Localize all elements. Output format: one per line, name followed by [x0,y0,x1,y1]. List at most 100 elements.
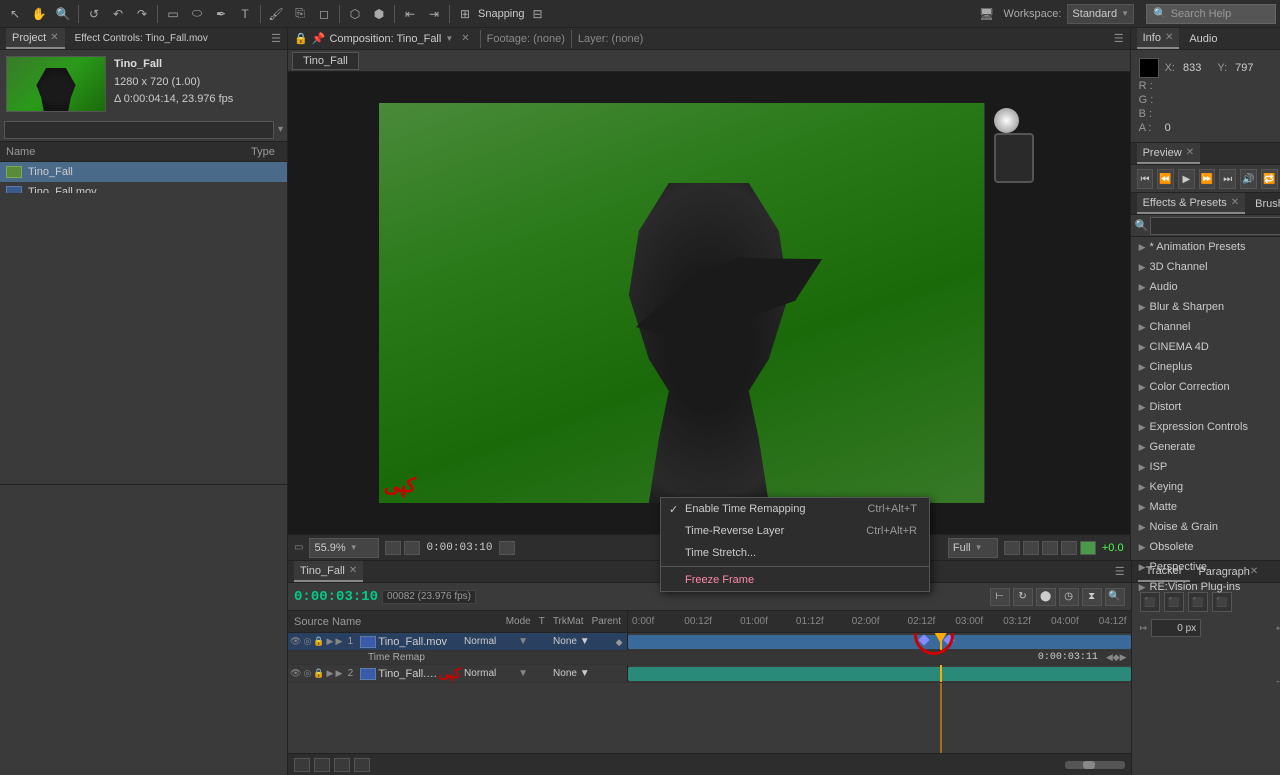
hand-tool[interactable]: ✋ [28,3,50,25]
comp-menu[interactable]: ☰ [1114,32,1124,45]
preview-tab[interactable]: Preview ✕ [1137,143,1201,164]
effect-item-16[interactable]: ▶ Perspective [1131,557,1280,577]
effect-item-14[interactable]: ▶ Noise & Grain [1131,517,1280,537]
brush-tool[interactable]: 🖌 [265,3,287,25]
rect-tool[interactable]: ▭ [162,3,184,25]
effect-item-12[interactable]: ▶ Keying [1131,477,1280,497]
zoom-dropdown[interactable]: 55.9% ▼ [309,538,379,558]
snapping-options[interactable]: ⊟ [527,3,549,25]
rotate-tool[interactable]: ↺ [83,3,105,25]
effect-item-4[interactable]: ▶ Channel [1131,317,1280,337]
tl-btn-4[interactable]: ◷ [1059,588,1079,606]
puppet-tool[interactable]: ⬢ [368,3,390,25]
preview-step-back[interactable]: ⏪ [1157,169,1174,189]
tracker-field-1[interactable] [1151,619,1201,637]
timeline-close[interactable]: ✕ [349,565,357,576]
bottom-btn-1[interactable] [1004,541,1020,555]
zoom-tool[interactable]: 🔍 [52,3,74,25]
info-tab[interactable]: Info ✕ [1137,28,1180,49]
project-item-0[interactable]: Tino_Fall [0,162,287,182]
effect-item-15[interactable]: ▶ Obsolete [1131,537,1280,557]
project-close[interactable]: ✕ [50,32,58,43]
effects-tab[interactable]: Effects & Presets ✕ [1137,193,1246,214]
layer-1-triangle2[interactable]: ▶ [335,636,342,647]
align-right[interactable]: ⇥ [423,3,445,25]
effect-item-0[interactable]: ▶ * Animation Presets [1131,237,1280,257]
tl-bottom-btn-3[interactable] [334,758,350,772]
comp-dropdown-arrow[interactable]: ▼ [445,34,453,43]
menu-item-enable-time-remapping[interactable]: Enable Time Remapping Ctrl+Alt+T [661,498,929,520]
layer-1-mode[interactable]: Normal ▼ [461,636,531,647]
layer-2-eye-icon[interactable]: 👁 [290,668,301,679]
timeline-tab[interactable]: Tino_Fall ✕ [294,561,363,582]
viewer-camera-btn[interactable] [499,541,515,555]
bottom-btn-5[interactable] [1080,541,1096,555]
project-search-input[interactable] [4,121,274,139]
effect-item-3[interactable]: ▶ Blur & Sharpen [1131,297,1280,317]
effect-item-6[interactable]: ▶ Cineplus [1131,357,1280,377]
layer-2-solo-icon[interactable]: ◎ [303,668,311,679]
layer-2-triangle[interactable]: ▶ [327,668,334,679]
preview-audio[interactable]: 🔊 [1240,169,1257,189]
effect-item-7[interactable]: ▶ Color Correction [1131,377,1280,397]
preview-step-forward[interactable]: ⏩ [1199,169,1216,189]
clone-tool[interactable]: ⎘ [289,3,311,25]
layer-2-triangle2[interactable]: ▶ [335,668,342,679]
effect-item-2[interactable]: ▶ Audio [1131,277,1280,297]
tl-bottom-btn-4[interactable] [354,758,370,772]
timeline-zoom-slider[interactable] [1065,761,1125,769]
bottom-btn-4[interactable] [1061,541,1077,555]
preview-first[interactable]: ⏮ [1137,169,1154,189]
layer-1-triangle[interactable]: ▶ [327,636,334,647]
audio-tab[interactable]: Audio [1183,28,1223,49]
effect-item-1[interactable]: ▶ 3D Channel [1131,257,1280,277]
zoom-slider-thumb[interactable] [1083,761,1095,769]
align-left[interactable]: ⇤ [399,3,421,25]
comp-tab-0[interactable]: Tino_Fall [292,52,359,70]
tl-bottom-btn-1[interactable] [294,758,310,772]
snapping-icon[interactable]: ⊞ [454,3,476,25]
preview-close[interactable]: ✕ [1186,147,1194,158]
ellipse-tool[interactable]: ⬭ [186,3,208,25]
viewer-btn-2[interactable] [404,541,420,555]
preview-loop[interactable]: 🔁 [1261,169,1278,189]
tl-btn-5[interactable]: ⧗ [1082,588,1102,606]
preview-play[interactable]: ▶ [1178,169,1195,189]
effects-search-input[interactable] [1150,217,1280,235]
pen-tool[interactable]: ✒ [210,3,232,25]
effect-item-8[interactable]: ▶ Distort [1131,397,1280,417]
bottom-btn-2[interactable] [1023,541,1039,555]
effect-controls-tab[interactable]: Effect Controls: Tino_Fall.mov [69,28,214,49]
project-tab[interactable]: Project ✕ [6,28,65,49]
layer-2-mode[interactable]: Normal ▼ [461,668,531,679]
tl-btn-3[interactable]: ⬤ [1036,588,1056,606]
comp-close[interactable]: ✕ [461,33,469,44]
workspace-dropdown[interactable]: Standard ▼ [1067,4,1134,24]
effects-close[interactable]: ✕ [1231,197,1239,208]
effect-item-11[interactable]: ▶ ISP [1131,457,1280,477]
selection-tool[interactable]: ↖ [4,3,26,25]
bottom-btn-3[interactable] [1042,541,1058,555]
effect-item-9[interactable]: ▶ Expression Controls [1131,417,1280,437]
info-close[interactable]: ✕ [1165,32,1173,43]
preview-last[interactable]: ⏭ [1219,169,1236,189]
redo-tool[interactable]: ↷ [131,3,153,25]
tl-btn-1[interactable]: ⊢ [990,588,1010,606]
effect-item-5[interactable]: ▶ CINEMA 4D [1131,337,1280,357]
roto-tool[interactable]: ⬡ [344,3,366,25]
undo-tool[interactable]: ↶ [107,3,129,25]
layer-1-solo-icon[interactable]: ◎ [303,636,311,647]
effect-item-10[interactable]: ▶ Generate [1131,437,1280,457]
effect-item-13[interactable]: ▶ Matte [1131,497,1280,517]
tl-bottom-btn-2[interactable] [314,758,330,772]
eraser-tool[interactable]: ◻ [313,3,335,25]
effect-item-17[interactable]: ▶ RE:Vision Plug-ins [1131,577,1280,597]
layer-1-lock-icon[interactable]: 🔒 [313,636,324,647]
menu-item-time-reverse[interactable]: Time-Reverse Layer Ctrl+Alt+R [661,520,929,534]
viewer-btn-1[interactable] [385,541,401,555]
layer-row-1[interactable]: 👁 ◎ 🔒 ▶ ▶ 1 Tino_Fall.mov [288,633,1131,651]
layer-1-eye-icon[interactable]: 👁 [290,636,301,647]
text-tool[interactable]: T [234,3,256,25]
tl-btn-6[interactable]: 🔍 [1105,588,1125,606]
layer-2-lock-icon[interactable]: 🔒 [313,668,324,679]
